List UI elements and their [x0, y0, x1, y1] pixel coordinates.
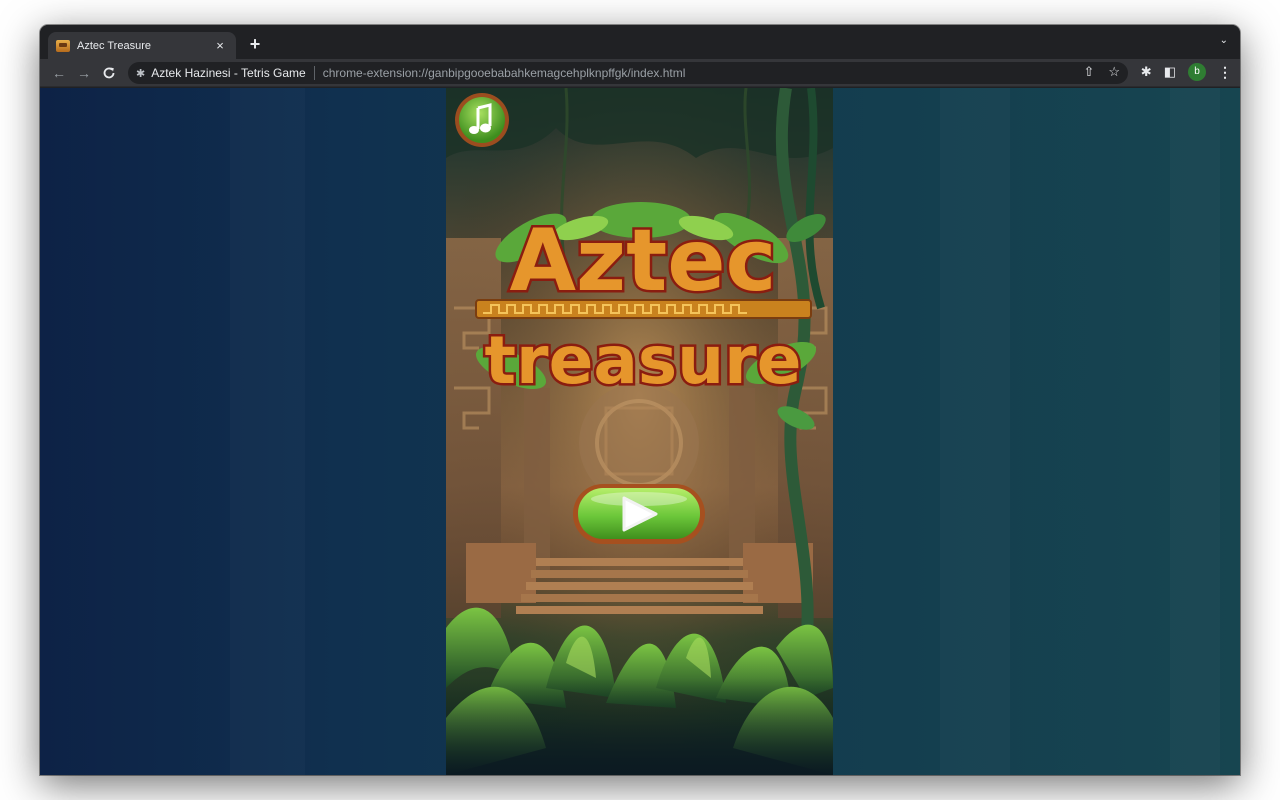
back-button[interactable]: ← [50, 64, 68, 82]
reload-button[interactable] [100, 64, 118, 84]
share-icon[interactable]: ⇧ [1083, 64, 1094, 80]
browser-menu-icon[interactable]: ⋮ [1218, 64, 1232, 81]
url-text[interactable]: chrome-extension://ganbipgooebabahkemagc… [323, 66, 686, 80]
extensions-icon[interactable]: ✱ [1141, 64, 1152, 80]
new-tab-button[interactable]: + [245, 34, 265, 54]
game-title-logo: Aztec treasure [475, 202, 816, 402]
bookmark-star-icon[interactable]: ☆ [1108, 64, 1120, 80]
treasure-chest-icon [56, 39, 70, 52]
foreground-foliage [446, 607, 833, 775]
address-bar[interactable]: ✱ Aztek Hazinesi - Tetris Game chrome-ex… [128, 62, 1128, 84]
title-line-treasure: treasure [485, 322, 802, 399]
music-toggle-button[interactable] [454, 92, 510, 148]
browser-toolbar: ← → ✱ Aztek Hazinesi - Tetris Game chrom… [40, 59, 1240, 87]
reload-icon [103, 67, 115, 79]
bg-stripe [230, 88, 305, 775]
omnibox-separator [313, 66, 315, 80]
play-button[interactable] [572, 483, 706, 545]
profile-avatar[interactable]: b [1188, 63, 1206, 81]
title-line-aztec: Aztec [509, 211, 776, 311]
browser-window: Aztec Treasure × + ⌄ ← → ✱ Aztek Hazines… [40, 25, 1240, 775]
tab-aztec-treasure[interactable]: Aztec Treasure × [48, 32, 236, 59]
side-panel-icon[interactable]: ◧ [1164, 64, 1176, 80]
bg-stripe [1170, 88, 1220, 775]
tab-strip: Aztec Treasure × + ⌄ [40, 25, 1240, 59]
page-viewport: Aztec treasure [40, 88, 1240, 775]
tab-search-button[interactable]: ⌄ [1220, 35, 1228, 46]
extension-puzzle-icon: ✱ [136, 67, 146, 80]
bg-stripe [940, 88, 1010, 775]
forward-button[interactable]: → [75, 64, 93, 82]
tab-close-button[interactable]: × [212, 38, 228, 54]
tab-title: Aztec Treasure [77, 39, 151, 52]
site-name: Aztek Hazinesi - Tetris Game [151, 66, 306, 80]
game-canvas[interactable]: Aztec treasure [446, 88, 833, 775]
